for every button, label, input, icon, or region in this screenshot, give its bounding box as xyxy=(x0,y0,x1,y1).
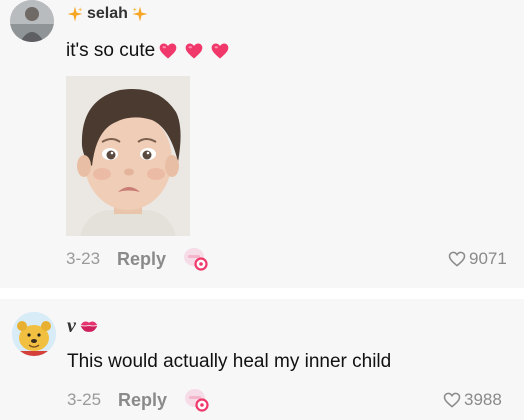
like-count: 3988 xyxy=(464,390,502,409)
username[interactable]: v xyxy=(67,314,99,338)
comment-body: This would actually heal my inner child xyxy=(67,351,392,372)
comment-date: 3-23 xyxy=(66,249,101,268)
username[interactable]: selah xyxy=(66,3,149,25)
sticker-react-icon[interactable] xyxy=(184,387,210,413)
sticker-image[interactable] xyxy=(66,76,190,236)
comment-date: 3-25 xyxy=(67,390,102,409)
kiss-lips-icon xyxy=(80,321,98,332)
heart-outline-icon xyxy=(443,392,461,408)
like-count: 9071 xyxy=(469,249,507,268)
heart-emoji-icon xyxy=(185,43,203,59)
comment-meta: 3-25 Reply xyxy=(67,387,210,413)
avatar[interactable] xyxy=(12,312,56,356)
username-text: v xyxy=(67,314,76,337)
comment-text: it's so cute xyxy=(66,38,230,64)
avatar[interactable] xyxy=(10,0,54,42)
heart-emoji-icon xyxy=(159,43,177,59)
sparkle-icon xyxy=(132,6,148,22)
reply-button[interactable]: Reply xyxy=(117,249,166,270)
comment-list: selah it's so cute 3-23 Reply 9071 v Thi… xyxy=(0,0,524,420)
username-text: selah xyxy=(87,5,128,22)
heart-emoji-icon xyxy=(211,43,229,59)
like-button[interactable]: 9071 xyxy=(447,247,507,271)
heart-emojis xyxy=(158,41,230,61)
comment-text: This would actually heal my inner child xyxy=(67,349,391,375)
sticker-react-icon[interactable] xyxy=(183,246,209,272)
sparkle-icon xyxy=(67,6,83,22)
heart-outline-icon xyxy=(448,251,466,267)
comment-meta: 3-23 Reply xyxy=(66,246,209,272)
comment-body: it's so cute xyxy=(66,40,156,61)
reply-button[interactable]: Reply xyxy=(118,390,167,411)
like-button[interactable]: 3988 xyxy=(442,388,502,412)
